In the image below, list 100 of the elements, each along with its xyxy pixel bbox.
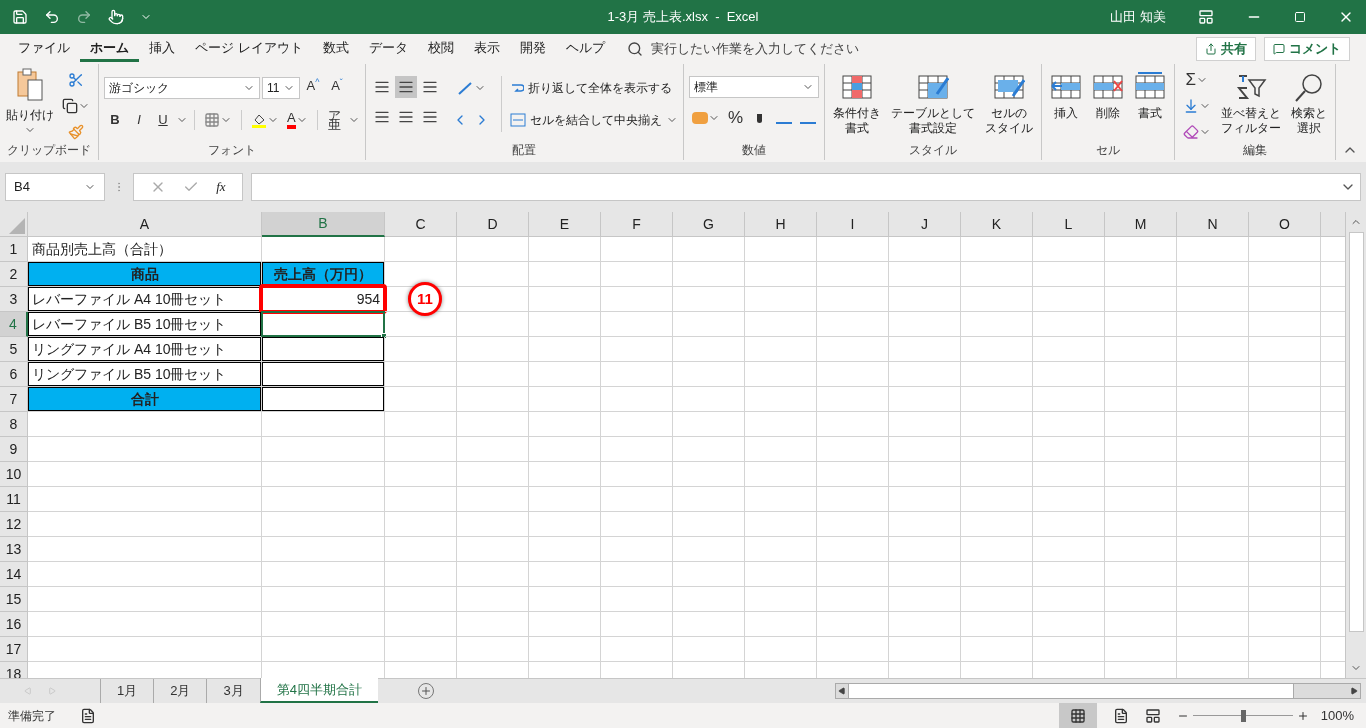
insert-function-button[interactable]: fx — [216, 177, 226, 197]
ribbon-tab[interactable]: ファイル — [8, 36, 80, 62]
ribbon-tab[interactable]: 挿入 — [139, 36, 185, 62]
ribbon-tab[interactable]: ヘルプ — [555, 36, 615, 62]
row-header[interactable]: 15 — [0, 587, 28, 612]
zoom-in-icon[interactable] — [1296, 709, 1309, 722]
page-layout-view-icon[interactable] — [1112, 707, 1129, 724]
ribbon-tab[interactable]: 開発 — [509, 36, 556, 62]
row-header[interactable]: 13 — [0, 537, 28, 562]
phonetic-button[interactable]: ア 亜 — [323, 108, 346, 132]
comment-button[interactable]: コメント — [1264, 37, 1350, 61]
row-header[interactable]: 10 — [0, 462, 28, 487]
column-header[interactable]: K — [961, 212, 1033, 237]
column-header[interactable]: G — [673, 212, 745, 237]
table-cell — [1177, 287, 1249, 312]
ribbon-tab[interactable]: 表示 — [463, 36, 510, 62]
row-header[interactable]: 17 — [0, 637, 28, 662]
column-header[interactable]: N — [1177, 212, 1249, 237]
vertical-scrollbar[interactable] — [1345, 212, 1366, 678]
table-cell — [601, 362, 673, 387]
table-cell — [1105, 537, 1177, 562]
ribbon-tab[interactable]: ホーム — [80, 36, 139, 62]
table-cell — [745, 612, 817, 637]
column-header[interactable]: C — [385, 212, 457, 237]
row-header[interactable]: 6 — [0, 362, 28, 387]
row-header[interactable]: 5 — [0, 337, 28, 362]
underline-button[interactable]: U — [152, 108, 174, 132]
scroll-left-icon[interactable] — [838, 687, 846, 695]
zoom-slider[interactable] — [1192, 709, 1293, 722]
sheet-tab[interactable]: 第4四半期合計 — [259, 678, 378, 703]
bold-button[interactable]: B — [104, 108, 126, 132]
table-cell — [457, 462, 529, 487]
ribbon-button[interactable]: 条件付き 書式 — [829, 68, 884, 148]
column-header[interactable]: H — [745, 212, 817, 237]
row-header[interactable]: 7 — [0, 387, 28, 412]
ribbon-tab[interactable]: ページ レイアウト — [185, 36, 313, 62]
paint-bucket-icon — [251, 112, 267, 128]
page-break-view-icon[interactable] — [1144, 707, 1161, 724]
paste-button[interactable]: 貼り付け — [5, 68, 55, 136]
formula-input[interactable] — [251, 173, 1361, 201]
column-header[interactable]: B — [262, 212, 385, 237]
normal-view-button[interactable] — [1058, 703, 1097, 728]
wrap-text-button[interactable]: 折り返して全体を表示する — [509, 76, 678, 100]
slider-thumb[interactable] — [1240, 709, 1246, 722]
name-box[interactable]: B4 — [5, 173, 105, 201]
sheet-tab[interactable]: 2月 — [153, 679, 207, 703]
row-header[interactable]: 18 — [0, 662, 28, 678]
table-cell — [1033, 337, 1105, 362]
row-header[interactable]: 8 — [0, 412, 28, 437]
column-header[interactable]: A — [28, 212, 262, 237]
column-header[interactable]: E — [529, 212, 601, 237]
column-header[interactable]: L — [1033, 212, 1105, 237]
merge-center-button[interactable]: セルを結合して中央揃え — [509, 108, 678, 132]
autosum-button[interactable]: Σ — [1179, 68, 1214, 92]
column-header[interactable]: I — [817, 212, 889, 237]
ribbon-tab[interactable]: データ — [358, 36, 418, 62]
row-header[interactable]: 11 — [0, 487, 28, 512]
tell-me-field[interactable]: 実行したい作業を入力してください — [650, 39, 859, 59]
touch-mode-icon[interactable] — [108, 9, 124, 25]
row-header[interactable]: 3 — [0, 287, 28, 312]
row-header[interactable]: 14 — [0, 562, 28, 587]
font-name-field[interactable]: 游ゴシック — [104, 77, 260, 99]
row-header[interactable]: 2 — [0, 262, 28, 287]
ribbon-button[interactable]: 書式 — [1130, 68, 1169, 148]
ribbon-button[interactable]: 挿入 — [1046, 68, 1085, 148]
restore-icon[interactable] — [1294, 11, 1306, 23]
sheet-tab[interactable]: 3月 — [206, 679, 260, 703]
column-header[interactable]: O — [1249, 212, 1321, 237]
macro-record-icon[interactable] — [80, 707, 96, 724]
zoom-level[interactable]: 100% — [1320, 705, 1354, 726]
ribbon-button[interactable]: 検索と 選択 — [1287, 68, 1330, 148]
italic-button[interactable]: I — [128, 108, 150, 132]
table-cell — [961, 462, 1033, 487]
ribbon-display-icon[interactable] — [1198, 9, 1214, 25]
sheet-tab[interactable]: 1月 — [100, 679, 154, 703]
column-header[interactable]: M — [1105, 212, 1177, 237]
row-header[interactable]: 4 — [0, 312, 28, 337]
align-button[interactable] — [394, 76, 417, 98]
column-header[interactable]: F — [601, 212, 673, 237]
undo-icon[interactable] — [44, 9, 60, 25]
table-cell — [601, 512, 673, 537]
row-header[interactable]: 9 — [0, 437, 28, 462]
column-header[interactable]: D — [457, 212, 529, 237]
share-button[interactable]: 共有 — [1196, 37, 1256, 61]
number-format-field[interactable]: 標準 — [688, 76, 819, 98]
font-color-button[interactable]: A — [284, 108, 311, 132]
column-header[interactable]: J — [889, 212, 961, 237]
table-cell — [889, 312, 961, 337]
ribbon-tab[interactable]: 校閲 — [417, 36, 464, 62]
row-header[interactable]: 16 — [0, 612, 28, 637]
save-icon[interactable] — [12, 9, 28, 25]
grow-font-button[interactable]: A^ — [302, 76, 324, 100]
row-header[interactable]: 12 — [0, 512, 28, 537]
ribbon-tab[interactable]: 数式 — [312, 36, 359, 62]
scroll-right-icon[interactable] — [1350, 687, 1358, 695]
percent-button[interactable]: % — [724, 106, 747, 130]
ribbon-button[interactable]: セルの スタイル — [981, 68, 1036, 148]
horizontal-scrollbar[interactable] — [835, 683, 1361, 699]
row-header[interactable]: 1 — [0, 237, 28, 262]
font-size-field[interactable]: 11 — [262, 77, 300, 99]
